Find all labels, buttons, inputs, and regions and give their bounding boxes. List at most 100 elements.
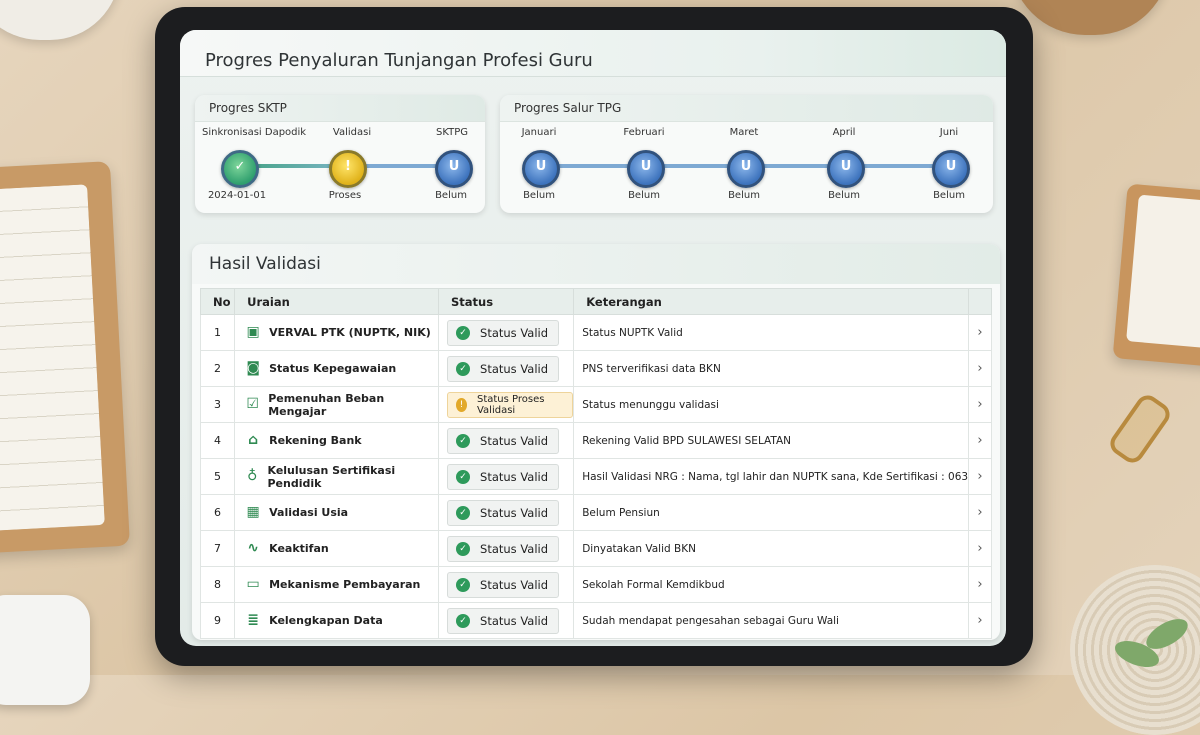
row-status-cell: ✓ Status Valid <box>438 494 575 531</box>
step-status: Belum <box>628 190 660 201</box>
row-uraian: VERVAL PTK (NUPTK, NIK) <box>269 326 431 339</box>
tpg-step-maret[interactable]: Maret <box>694 127 794 138</box>
step-status: Belum <box>728 190 760 201</box>
chevron-right-icon[interactable]: › <box>968 386 992 423</box>
step-status: Belum <box>435 190 467 201</box>
tablet-device: Progres Penyaluran Tunjangan Profesi Gur… <box>155 7 1033 666</box>
row-uraian: Rekening Bank <box>269 434 362 447</box>
sktp-step-sktpg[interactable]: SKTPG <box>402 127 485 138</box>
chevron-right-icon[interactable]: › <box>968 350 992 387</box>
row-uraian-cell: ♁ Kelulusan Sertifikasi Pendidik <box>234 458 440 495</box>
row-uraian-cell: ▦ Validasi Usia <box>234 494 440 531</box>
check-circle-icon: ✓ <box>456 361 471 376</box>
row-uraian: Pemenuhan Beban Mengajar <box>268 391 385 418</box>
row-uraian-cell: ☑ Pemenuhan Beban Mengajar <box>234 386 440 423</box>
step-label: April <box>832 127 856 138</box>
row-uraian-cell: ▭ Mekanisme Pembayaran <box>234 566 440 603</box>
row-keterangan: Sudah mendapat pengesahan sebagai Guru W… <box>573 602 970 639</box>
tpg-card-title: Progres Salur TPG <box>500 95 993 122</box>
validation-title: Hasil Validasi <box>192 244 1000 284</box>
table-row[interactable]: 7 ∿ Keaktifan ✓ Status Valid Dinyatakan Valid… <box>199 530 992 567</box>
chevron-right-icon[interactable]: › <box>968 494 992 531</box>
chevron-right-icon[interactable]: › <box>968 458 992 495</box>
decor-notepad <box>1112 183 1200 368</box>
sktp-step-sinkronisasi[interactable]: Sinkronisasi Dapodik <box>202 127 306 138</box>
check-circle-icon: ✓ <box>456 613 471 628</box>
check-circle-icon: ✓ <box>456 469 471 484</box>
row-keterangan: Hasil Validasi NRG : Nama, tgl lahir dan… <box>573 458 970 495</box>
table-row[interactable]: 4 ⌂ Rekening Bank ✓ Status Valid Rekening Val… <box>199 422 992 459</box>
table-row[interactable]: 5 ♁ Kelulusan Sertifikasi Pendidik ✓ Status … <box>199 458 992 495</box>
check-circle-icon: ✓ <box>456 541 471 556</box>
chevron-right-icon[interactable]: › <box>968 530 992 567</box>
calendar-icon: ▦ <box>246 503 260 520</box>
status-badge: ✓ Status Valid <box>447 499 560 526</box>
row-keterangan: Sekolah Formal Kemdikbud <box>573 566 970 603</box>
sktp-progress-card: Progres SKTP Sinkronisasi Dapodik ✓ 2024… <box>195 95 485 213</box>
row-number: 6 <box>199 494 236 531</box>
check-circle-icon: ✓ <box>456 505 471 520</box>
tpg-step-januari[interactable]: Januari <box>500 127 589 138</box>
table-row[interactable]: 6 ▦ Validasi Usia ✓ Status Valid Belum Pensiu… <box>199 494 992 531</box>
row-keterangan: Status menunggu validasi <box>573 386 970 423</box>
row-number: 1 <box>199 314 236 351</box>
clock-icon: ! <box>456 397 467 412</box>
validation-table: No Uraian Status Keterangan 1 ▣ VERVAL PTK… <box>199 288 992 639</box>
row-number: 5 <box>199 458 236 495</box>
row-keterangan: Rekening Valid BPD SULAWESI SELATAN <box>573 422 970 459</box>
step-status: 2024-01-01 <box>207 190 267 201</box>
activity-icon: ∿ <box>247 539 259 556</box>
status-badge: ✓ Status Valid <box>447 463 560 490</box>
column-header: Status <box>438 288 575 315</box>
row-number: 9 <box>199 602 236 639</box>
step-status: Belum <box>828 190 860 201</box>
step-label: SKTPG <box>435 127 469 138</box>
decor-binder-clip <box>1105 390 1175 468</box>
id-card-icon: ▣ <box>246 323 260 340</box>
badge-icon: ◙ <box>246 359 260 376</box>
status-text: Status Valid <box>480 577 549 592</box>
page-title: Progres Penyaluran Tunjangan Profesi Gur… <box>205 50 593 71</box>
status-text: Status Proses Validasi <box>476 393 545 416</box>
table-row[interactable]: 8 ▭ Mekanisme Pembayaran ✓ Status Valid Sekol… <box>199 566 992 603</box>
chevron-right-icon[interactable]: › <box>968 314 992 351</box>
card-icon: ▭ <box>246 575 260 592</box>
table-row[interactable]: 2 ◙ Status Kepegawaian ✓ Status Valid PNS ter… <box>199 350 992 387</box>
column-header-empty <box>968 288 992 315</box>
status-badge: ✓ Status Valid <box>447 319 560 346</box>
status-badge: ✓ Status Valid <box>447 607 560 634</box>
tpg-step-juni[interactable]: Juni <box>899 127 993 138</box>
step-label: Juni <box>939 127 959 138</box>
decor-wooden-bowl <box>1010 0 1170 35</box>
step-label: Validasi <box>332 127 372 138</box>
table-row[interactable]: 3 ☑ Pemenuhan Beban Mengajar! Status Proses… <box>199 386 992 423</box>
column-header: Keterangan <box>573 288 970 315</box>
decor-earbuds-case <box>0 595 90 705</box>
table-row[interactable]: 1 ▣ VERVAL PTK (NUPTK, NIK) ✓ Status Valid St… <box>199 314 992 351</box>
status-text: Status Valid <box>480 505 549 520</box>
pending-icon: U <box>727 150 765 188</box>
chevron-right-icon[interactable]: › <box>968 566 992 603</box>
chevron-right-icon[interactable]: › <box>968 422 992 459</box>
row-status-cell: ✓ Status Valid <box>438 422 575 459</box>
sktp-step-validasi[interactable]: Validasi <box>302 127 402 138</box>
row-uraian: Validasi Usia <box>269 506 349 519</box>
tpg-step-februari[interactable]: Februari <box>594 127 694 138</box>
row-number: 8 <box>199 566 236 603</box>
row-status-cell: ✓ Status Valid <box>438 602 575 639</box>
decor-bowl <box>0 0 120 40</box>
row-uraian-cell: ≣ Kelengkapan Data <box>234 602 440 639</box>
chevron-right-icon[interactable]: › <box>968 602 992 639</box>
validation-card: Hasil Validasi No Uraian Status Keterang… <box>192 244 1000 640</box>
row-number: 3 <box>199 386 236 423</box>
status-text: Status Valid <box>480 469 549 484</box>
clock-icon: ! <box>329 150 367 188</box>
tpg-step-april[interactable]: April <box>794 127 894 138</box>
row-uraian: Kelengkapan Data <box>269 614 383 627</box>
row-keterangan: Dinyatakan Valid BKN <box>573 530 970 567</box>
row-uraian: Kelulusan Sertifikasi Pendidik <box>267 463 396 490</box>
table-row[interactable]: 9 ≣ Kelengkapan Data ✓ Status Valid Sudah men… <box>199 602 992 639</box>
pending-icon: U <box>932 150 970 188</box>
status-text: Status Valid <box>480 325 549 340</box>
row-keterangan: PNS terverifikasi data BKN <box>573 350 970 387</box>
